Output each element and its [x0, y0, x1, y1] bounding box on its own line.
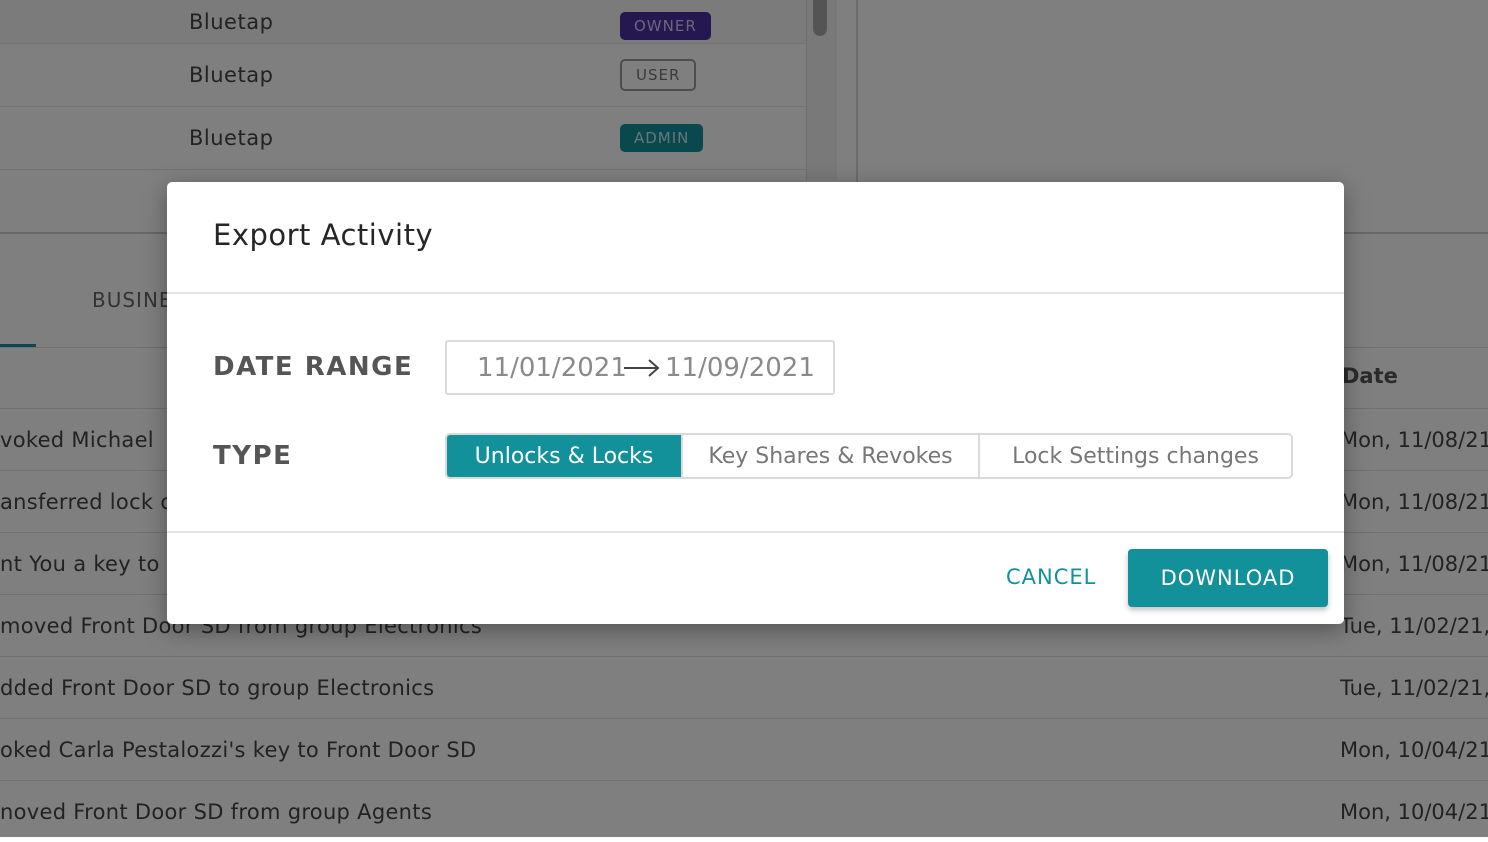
divider: [167, 292, 1344, 294]
dialog-title: Export Activity: [213, 218, 434, 252]
divider: [167, 531, 1344, 533]
type-label: TYPE: [213, 441, 293, 471]
type-option-lock-settings-changes[interactable]: Lock Settings changes: [980, 435, 1291, 477]
type-option-key-shares-revokes[interactable]: Key Shares & Revokes: [683, 435, 980, 477]
type-segmented-control: Unlocks & Locks Key Shares & Revokes Loc…: [445, 433, 1293, 479]
export-activity-dialog: Export Activity DATE RANGE 11/01/2021 11…: [167, 182, 1344, 624]
download-button[interactable]: DOWNLOAD: [1128, 549, 1328, 607]
date-start-value[interactable]: 11/01/2021: [477, 353, 627, 383]
date-end-value[interactable]: 11/09/2021: [665, 353, 815, 383]
date-range-label: DATE RANGE: [213, 352, 414, 382]
date-range-picker[interactable]: 11/01/2021 11/09/2021: [445, 340, 835, 395]
arrow-right-icon: [624, 358, 660, 377]
type-option-unlocks-locks[interactable]: Unlocks & Locks: [447, 435, 683, 477]
cancel-button[interactable]: CANCEL: [1006, 565, 1096, 589]
